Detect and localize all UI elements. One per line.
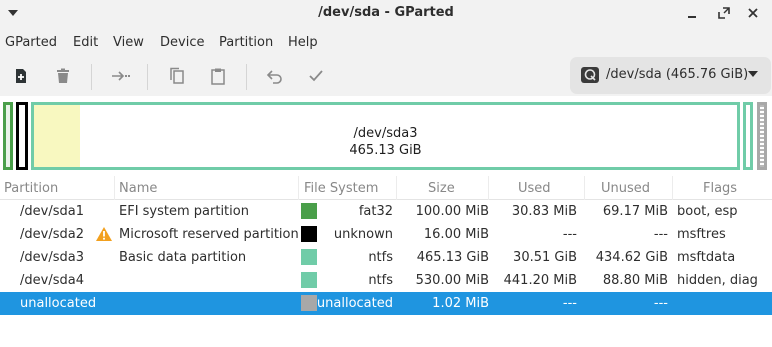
filesystem-cell: ntfs: [368, 250, 393, 265]
close-icon[interactable]: [745, 5, 761, 21]
restore-icon[interactable]: [716, 5, 732, 21]
disk-map: /dev/sda3 465.13 GiB: [0, 96, 772, 176]
filesystem-color-swatch: [301, 203, 317, 219]
menu-edit[interactable]: Edit: [73, 35, 98, 50]
col-used[interactable]: Used: [518, 181, 551, 196]
resize-move-icon[interactable]: [110, 66, 130, 86]
filesystem-color-swatch: [301, 272, 317, 288]
partition-table: Partition Name File System Size Used Unu…: [0, 176, 772, 315]
column-divider: [396, 176, 397, 200]
title-bar: /dev/sda - GParted: [0, 0, 772, 26]
used-cell: 30.83 MiB: [511, 204, 577, 219]
used-cell: 30.51 GiB: [513, 250, 577, 265]
filesystem-color-swatch: [301, 249, 317, 265]
table-row[interactable]: /dev/sda4 ntfs 530.00 MiB 441.20 MiB 88.…: [0, 269, 772, 292]
column-divider: [672, 176, 673, 200]
disk-map-unallocated[interactable]: [757, 102, 767, 170]
new-partition-icon[interactable]: [11, 66, 31, 86]
chevron-down-icon: [748, 71, 758, 77]
col-file-system[interactable]: File System: [304, 181, 378, 196]
table-header: Partition Name File System Size Used Unu…: [0, 176, 772, 200]
partition-cell: unallocated: [20, 296, 97, 311]
partition-cell: /dev/sda1: [20, 204, 84, 219]
filesystem-cell: unallocated: [316, 296, 393, 311]
flags-cell: boot, esp: [677, 204, 738, 219]
menu-help[interactable]: Help: [288, 35, 318, 50]
col-partition[interactable]: Partition: [4, 181, 58, 196]
column-divider: [114, 176, 115, 200]
flags-cell: msftres: [677, 227, 726, 242]
menu-view[interactable]: View: [113, 35, 144, 50]
size-cell: 465.13 GiB: [416, 250, 489, 265]
column-divider: [584, 176, 585, 200]
col-flags[interactable]: Flags: [703, 181, 737, 196]
disk-map-sda1[interactable]: [3, 102, 13, 170]
copy-icon[interactable]: [167, 66, 187, 86]
table-row-selected[interactable]: unallocated unallocated 1.02 MiB --- ---: [0, 292, 772, 315]
window-title: /dev/sda - GParted: [318, 5, 454, 20]
disk-map-sda3-size: 465.13 GiB: [349, 143, 422, 158]
menu-bar: GParted Edit View Device Partition Help: [0, 26, 772, 58]
name-cell: Microsoft reserved partition: [119, 227, 299, 242]
partition-cell: /dev/sda3: [20, 250, 84, 265]
disk-map-sda3[interactable]: /dev/sda3 465.13 GiB: [31, 102, 740, 170]
filesystem-color-swatch: [301, 226, 317, 242]
menu-partition[interactable]: Partition: [219, 35, 273, 50]
hard-disk-icon: [581, 67, 599, 83]
column-divider: [488, 176, 489, 200]
used-cell: ---: [562, 227, 577, 242]
toolbar-separator: [147, 64, 148, 90]
partition-cell: /dev/sda2: [20, 227, 84, 242]
flags-cell: hidden, diag: [677, 273, 758, 288]
disk-map-sda2[interactable]: [16, 102, 28, 170]
filesystem-cell: fat32: [358, 204, 393, 219]
col-name[interactable]: Name: [119, 181, 157, 196]
delete-icon[interactable]: [53, 66, 73, 86]
unused-cell: ---: [653, 227, 668, 242]
flags-cell: msftdata: [677, 250, 736, 265]
name-cell: EFI system partition: [119, 204, 249, 219]
filesystem-cell: ntfs: [368, 273, 393, 288]
unused-cell: 69.17 MiB: [602, 204, 668, 219]
col-size[interactable]: Size: [428, 181, 455, 196]
paste-icon[interactable]: [208, 66, 228, 86]
column-divider: [298, 176, 299, 200]
table-row[interactable]: /dev/sda3 Basic data partition ntfs 465.…: [0, 246, 772, 269]
menu-gparted[interactable]: GParted: [5, 35, 57, 50]
toolbar-separator: [91, 64, 92, 90]
unused-cell: ---: [653, 296, 668, 311]
device-selector-label: /dev/sda (465.76 GiB): [606, 67, 749, 82]
disk-map-sda4[interactable]: [743, 102, 753, 170]
toolbar-separator: [246, 64, 247, 90]
table-row[interactable]: /dev/sda2 Microsoft reserved partition u…: [0, 223, 772, 246]
filesystem-color-swatch: [301, 295, 317, 311]
undo-icon[interactable]: [265, 66, 285, 86]
table-row[interactable]: /dev/sda1 EFI system partition fat32 100…: [0, 200, 772, 223]
used-cell: ---: [562, 296, 577, 311]
used-cell: 441.20 MiB: [503, 273, 577, 288]
size-cell: 16.00 MiB: [423, 227, 489, 242]
warning-icon: [96, 227, 112, 241]
size-cell: 530.00 MiB: [415, 273, 489, 288]
filesystem-cell: unknown: [333, 227, 393, 242]
apply-icon[interactable]: [306, 66, 326, 86]
size-cell: 1.02 MiB: [432, 296, 489, 311]
size-cell: 100.00 MiB: [415, 204, 489, 219]
unused-cell: 88.80 MiB: [602, 273, 668, 288]
name-cell: Basic data partition: [119, 250, 247, 265]
minimize-icon[interactable]: [684, 5, 700, 21]
unused-cell: 434.62 GiB: [595, 250, 668, 265]
menu-device[interactable]: Device: [160, 35, 204, 50]
device-selector[interactable]: /dev/sda (465.76 GiB): [570, 57, 771, 94]
col-unused[interactable]: Unused: [601, 181, 650, 196]
partition-cell: /dev/sda4: [20, 273, 84, 288]
disk-map-sda3-name: /dev/sda3: [353, 126, 418, 141]
